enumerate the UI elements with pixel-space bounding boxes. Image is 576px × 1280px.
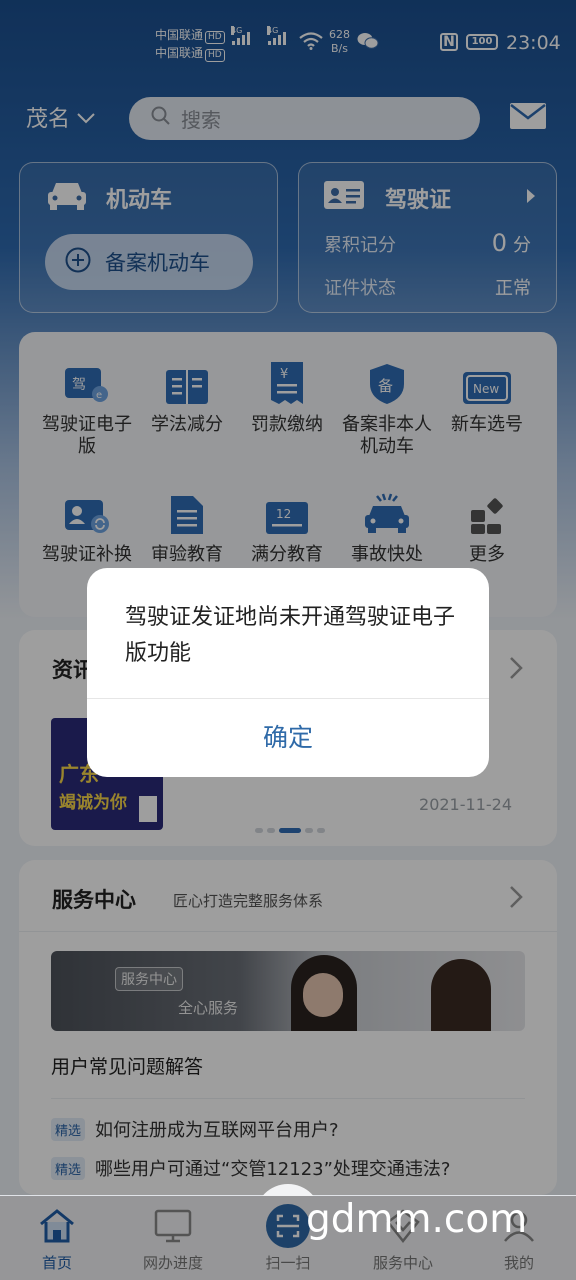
alert-dialog: 驾驶证发证地尚未开通驾驶证电子版功能 确定 bbox=[87, 568, 489, 777]
dialog-message: 驾驶证发证地尚未开通驾驶证电子版功能 bbox=[125, 605, 456, 666]
confirm-button[interactable]: 确定 bbox=[87, 699, 489, 777]
watermark-text: gdmm.com bbox=[306, 1197, 528, 1242]
